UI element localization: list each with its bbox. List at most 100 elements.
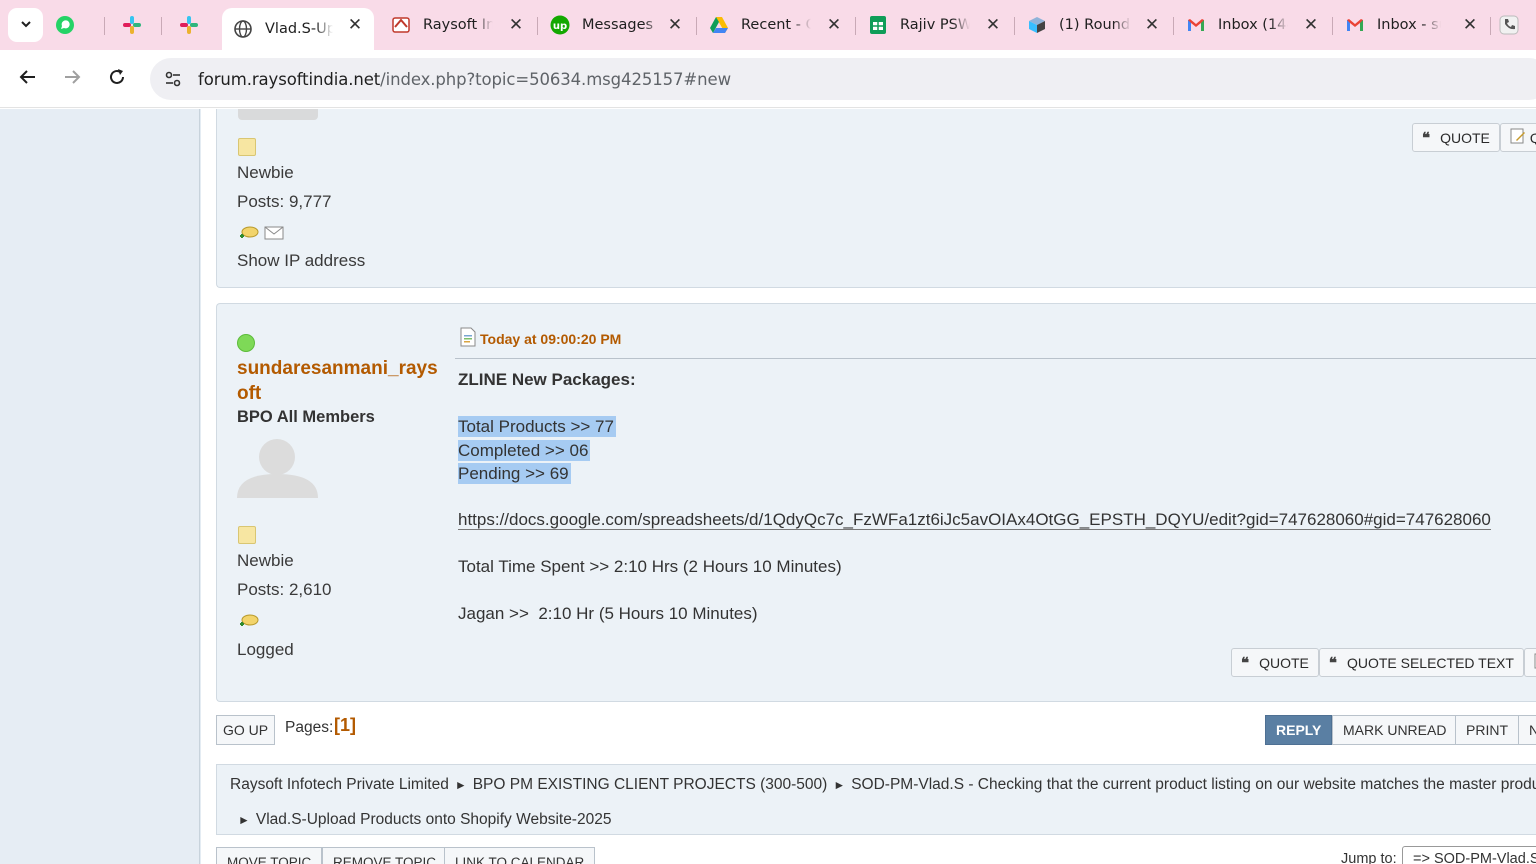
tab-google-drive[interactable]: Recent - G ✕ bbox=[703, 8, 853, 42]
quote-button[interactable]: ❝ QUOTE bbox=[1231, 648, 1319, 677]
roundcube-icon bbox=[1027, 15, 1047, 35]
address-bar[interactable]: forum.raysoftindia.net/index.php?topic=5… bbox=[150, 58, 1536, 100]
close-icon[interactable]: ✕ bbox=[666, 15, 684, 35]
close-icon[interactable]: ✕ bbox=[346, 15, 364, 35]
quote-icon: ❝ bbox=[1422, 129, 1431, 147]
avatar bbox=[238, 109, 318, 120]
post-line-total: Total Products >> 77 bbox=[458, 416, 616, 437]
print-button[interactable]: PRINT bbox=[1455, 715, 1519, 745]
reload-button[interactable] bbox=[101, 63, 133, 95]
globe-icon bbox=[233, 19, 253, 39]
tab-gmail-2[interactable]: Inbox - su ✕ bbox=[1339, 8, 1489, 42]
url-text: forum.raysoftindia.net/index.php?topic=5… bbox=[198, 70, 731, 89]
reply-button[interactable]: REPLY bbox=[1265, 715, 1333, 745]
quote-selected-button[interactable]: ❝ QUOTE SELECTED TEXT bbox=[1318, 648, 1524, 677]
karma-icon[interactable] bbox=[237, 612, 259, 632]
left-gutter bbox=[0, 109, 200, 864]
tab-search-button[interactable] bbox=[8, 8, 43, 42]
post-previous: Newbie Posts: 9,777 Show IP address ❝ QUO… bbox=[216, 109, 1536, 288]
breadcrumb-item[interactable]: Raysoft Infotech Private Limited bbox=[230, 776, 449, 793]
tab-whatsapp[interactable] bbox=[55, 8, 95, 42]
quote-button[interactable]: ❝ QUOTE bbox=[1412, 123, 1500, 152]
back-button[interactable] bbox=[12, 63, 44, 95]
breadcrumb-item[interactable]: SOD-PM-Vlad.S - Checking that the curren… bbox=[851, 776, 1536, 793]
go-up-button[interactable]: GO UP bbox=[216, 715, 276, 745]
tab-title: Recent - G bbox=[741, 17, 811, 33]
post-actions: ❝QUOTE ❝QUOTE SELECTED TEXT Q bbox=[1231, 648, 1536, 677]
remove-topic-button[interactable]: REMOVE TOPIC bbox=[322, 847, 448, 864]
jump-to-select[interactable]: => SOD-PM-Vlad.S bbox=[1402, 846, 1536, 864]
breadcrumb-separator-icon: ► bbox=[238, 813, 250, 827]
url-path: /index.php?topic=50634.msg425157#new bbox=[380, 69, 731, 89]
online-status-icon bbox=[237, 334, 255, 352]
tab-title: Messages bbox=[582, 17, 662, 33]
post-date[interactable]: Today at 09:00:20 PM bbox=[459, 327, 621, 350]
tab-raysoft[interactable]: Raysoft Inf ✕ bbox=[385, 8, 535, 42]
poster-username[interactable]: sundaresanmani_raysoft bbox=[237, 356, 445, 406]
rank-star-icon bbox=[238, 526, 256, 544]
avatar bbox=[237, 432, 318, 498]
show-ip-link[interactable]: Show IP address bbox=[237, 251, 365, 271]
post-sundaresanmani: sundaresanmani_raysoft BPO All Members N… bbox=[216, 303, 1536, 702]
forward-button[interactable] bbox=[56, 63, 88, 95]
pages-label: Pages: bbox=[285, 719, 334, 736]
member-group: BPO All Members bbox=[237, 408, 375, 426]
svg-text:up: up bbox=[553, 21, 567, 32]
logged-label: Logged bbox=[237, 640, 294, 659]
slack-icon bbox=[179, 15, 199, 35]
forum-page: Newbie Posts: 9,777 Show IP address ❝ QUO… bbox=[0, 109, 1536, 864]
karma-icon[interactable] bbox=[237, 224, 259, 244]
site-settings-icon[interactable] bbox=[162, 68, 184, 90]
tab-title: Raysoft Inf bbox=[423, 17, 493, 33]
quick-modify-button[interactable]: Q bbox=[1523, 648, 1536, 677]
arrow-left-icon bbox=[18, 67, 38, 91]
tab-gmail-1[interactable]: Inbox (144 ✕ bbox=[1180, 8, 1330, 42]
google-sheets-icon bbox=[868, 15, 888, 35]
move-topic-button[interactable]: MOVE TOPIC bbox=[216, 847, 323, 864]
current-page[interactable]: [1] bbox=[334, 715, 356, 736]
post-line-pending: Pending >> 69 bbox=[458, 463, 571, 484]
post-heading: ZLINE New Packages: bbox=[458, 370, 636, 389]
close-icon[interactable]: ✕ bbox=[984, 15, 1002, 35]
post-line-completed: Completed >> 06 bbox=[458, 440, 591, 461]
breadcrumb-item[interactable]: Vlad.S-Upload Products onto Shopify Webs… bbox=[256, 811, 612, 828]
raysoft-icon bbox=[391, 15, 411, 35]
close-icon[interactable]: ✕ bbox=[825, 15, 843, 35]
jump-to-label: Jump to: bbox=[1341, 851, 1397, 864]
tab-sheets-rajiv[interactable]: Rajiv PSWI ✕ bbox=[862, 8, 1012, 42]
close-icon[interactable]: ✕ bbox=[1461, 15, 1479, 35]
mark-unread-button[interactable]: MARK UNREAD bbox=[1332, 715, 1458, 745]
close-icon[interactable]: ✕ bbox=[1143, 15, 1161, 35]
content-area: Newbie Posts: 9,777 Show IP address ❝ QUO… bbox=[201, 109, 1536, 864]
post-divider bbox=[455, 358, 1536, 359]
tab-title: Vlad.S-Upl bbox=[265, 21, 333, 37]
tab-slack-2[interactable] bbox=[179, 8, 219, 42]
moderation-row: MOVE TOPIC REMOVE TOPIC LINK TO CALENDAR… bbox=[216, 846, 1536, 864]
notify-button[interactable]: N bbox=[1518, 715, 1536, 745]
close-icon[interactable]: ✕ bbox=[1302, 15, 1320, 35]
link-calendar-button[interactable]: LINK TO CALENDAR bbox=[444, 847, 596, 864]
close-icon[interactable]: ✕ bbox=[507, 15, 525, 35]
pager-row: GO UP Pages: [1] REPLY MARK UNREAD PRINT… bbox=[216, 715, 1536, 749]
tab-title: Inbox (144 bbox=[1218, 17, 1288, 33]
tab-slack-1[interactable] bbox=[122, 8, 162, 42]
email-icon[interactable] bbox=[263, 224, 285, 244]
post-actions: ❝ QUOTE Q bbox=[1412, 123, 1536, 152]
post-jagan: Jagan >> 2:10 Hr (5 Hours 10 Minutes) bbox=[458, 604, 758, 623]
post-link-row: https://docs.google.com/spreadsheets/d/1… bbox=[458, 510, 1491, 530]
tab-roundcube[interactable]: (1) Round ✕ bbox=[1021, 8, 1171, 42]
breadcrumb-separator-icon: ► bbox=[454, 778, 467, 792]
quote-icon: ❝ bbox=[1328, 654, 1337, 672]
quick-modify-button[interactable]: Q bbox=[1499, 123, 1536, 152]
upwork-icon: up bbox=[550, 15, 570, 35]
arrow-right-icon bbox=[62, 67, 82, 91]
tab-title: (1) Round bbox=[1059, 17, 1131, 33]
spreadsheet-link[interactable]: https://docs.google.com/spreadsheets/d/1… bbox=[458, 510, 1491, 530]
google-drive-icon bbox=[709, 15, 729, 35]
tab-messages[interactable]: up Messages ✕ bbox=[544, 8, 694, 42]
tab-phone[interactable] bbox=[1497, 8, 1536, 42]
tab-active-vlad[interactable]: Vlad.S-Upl ✕ bbox=[222, 8, 374, 50]
breadcrumb-item[interactable]: BPO PM EXISTING CLIENT PROJECTS (300-500… bbox=[473, 776, 828, 793]
rank-star-icon bbox=[238, 138, 256, 156]
tab-title: Inbox - su bbox=[1377, 17, 1441, 33]
